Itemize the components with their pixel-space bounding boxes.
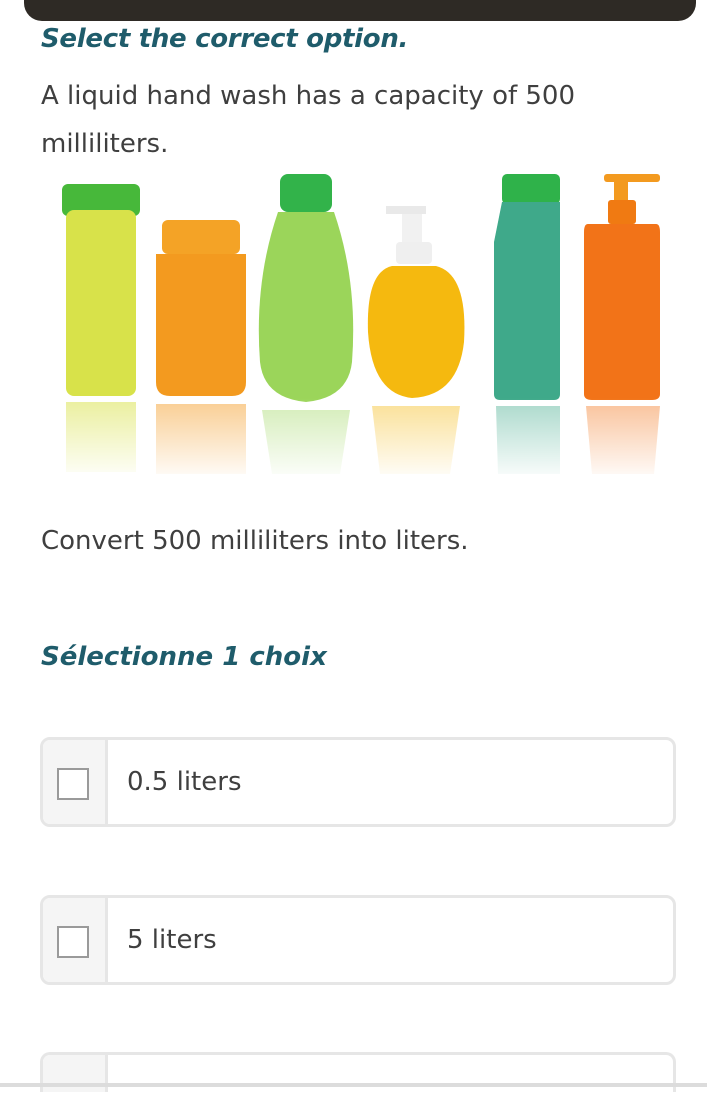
option-5-liters[interactable]: 5 liters (40, 895, 676, 985)
option-checkbox-column (43, 898, 108, 982)
option-checkbox-column (43, 740, 108, 824)
checkbox[interactable] (57, 926, 89, 958)
option-0-5-liters[interactable]: 0.5 liters (40, 737, 676, 827)
checkbox[interactable] (57, 768, 89, 800)
option-label: 0.5 liters (127, 767, 242, 797)
select-count-label: Sélectionne 1 choix (41, 642, 327, 672)
question-text: A liquid hand wash has a capacity of 500… (41, 81, 576, 159)
hand-wash-bottles-image (40, 174, 680, 482)
bottom-divider (0, 1083, 707, 1087)
option-label: 5 liters (127, 925, 217, 955)
conversion-prompt: Convert 500 milliliters into liters. (41, 526, 469, 556)
instruction-heading: Select the correct option. (41, 24, 409, 54)
top-bar (24, 0, 696, 21)
